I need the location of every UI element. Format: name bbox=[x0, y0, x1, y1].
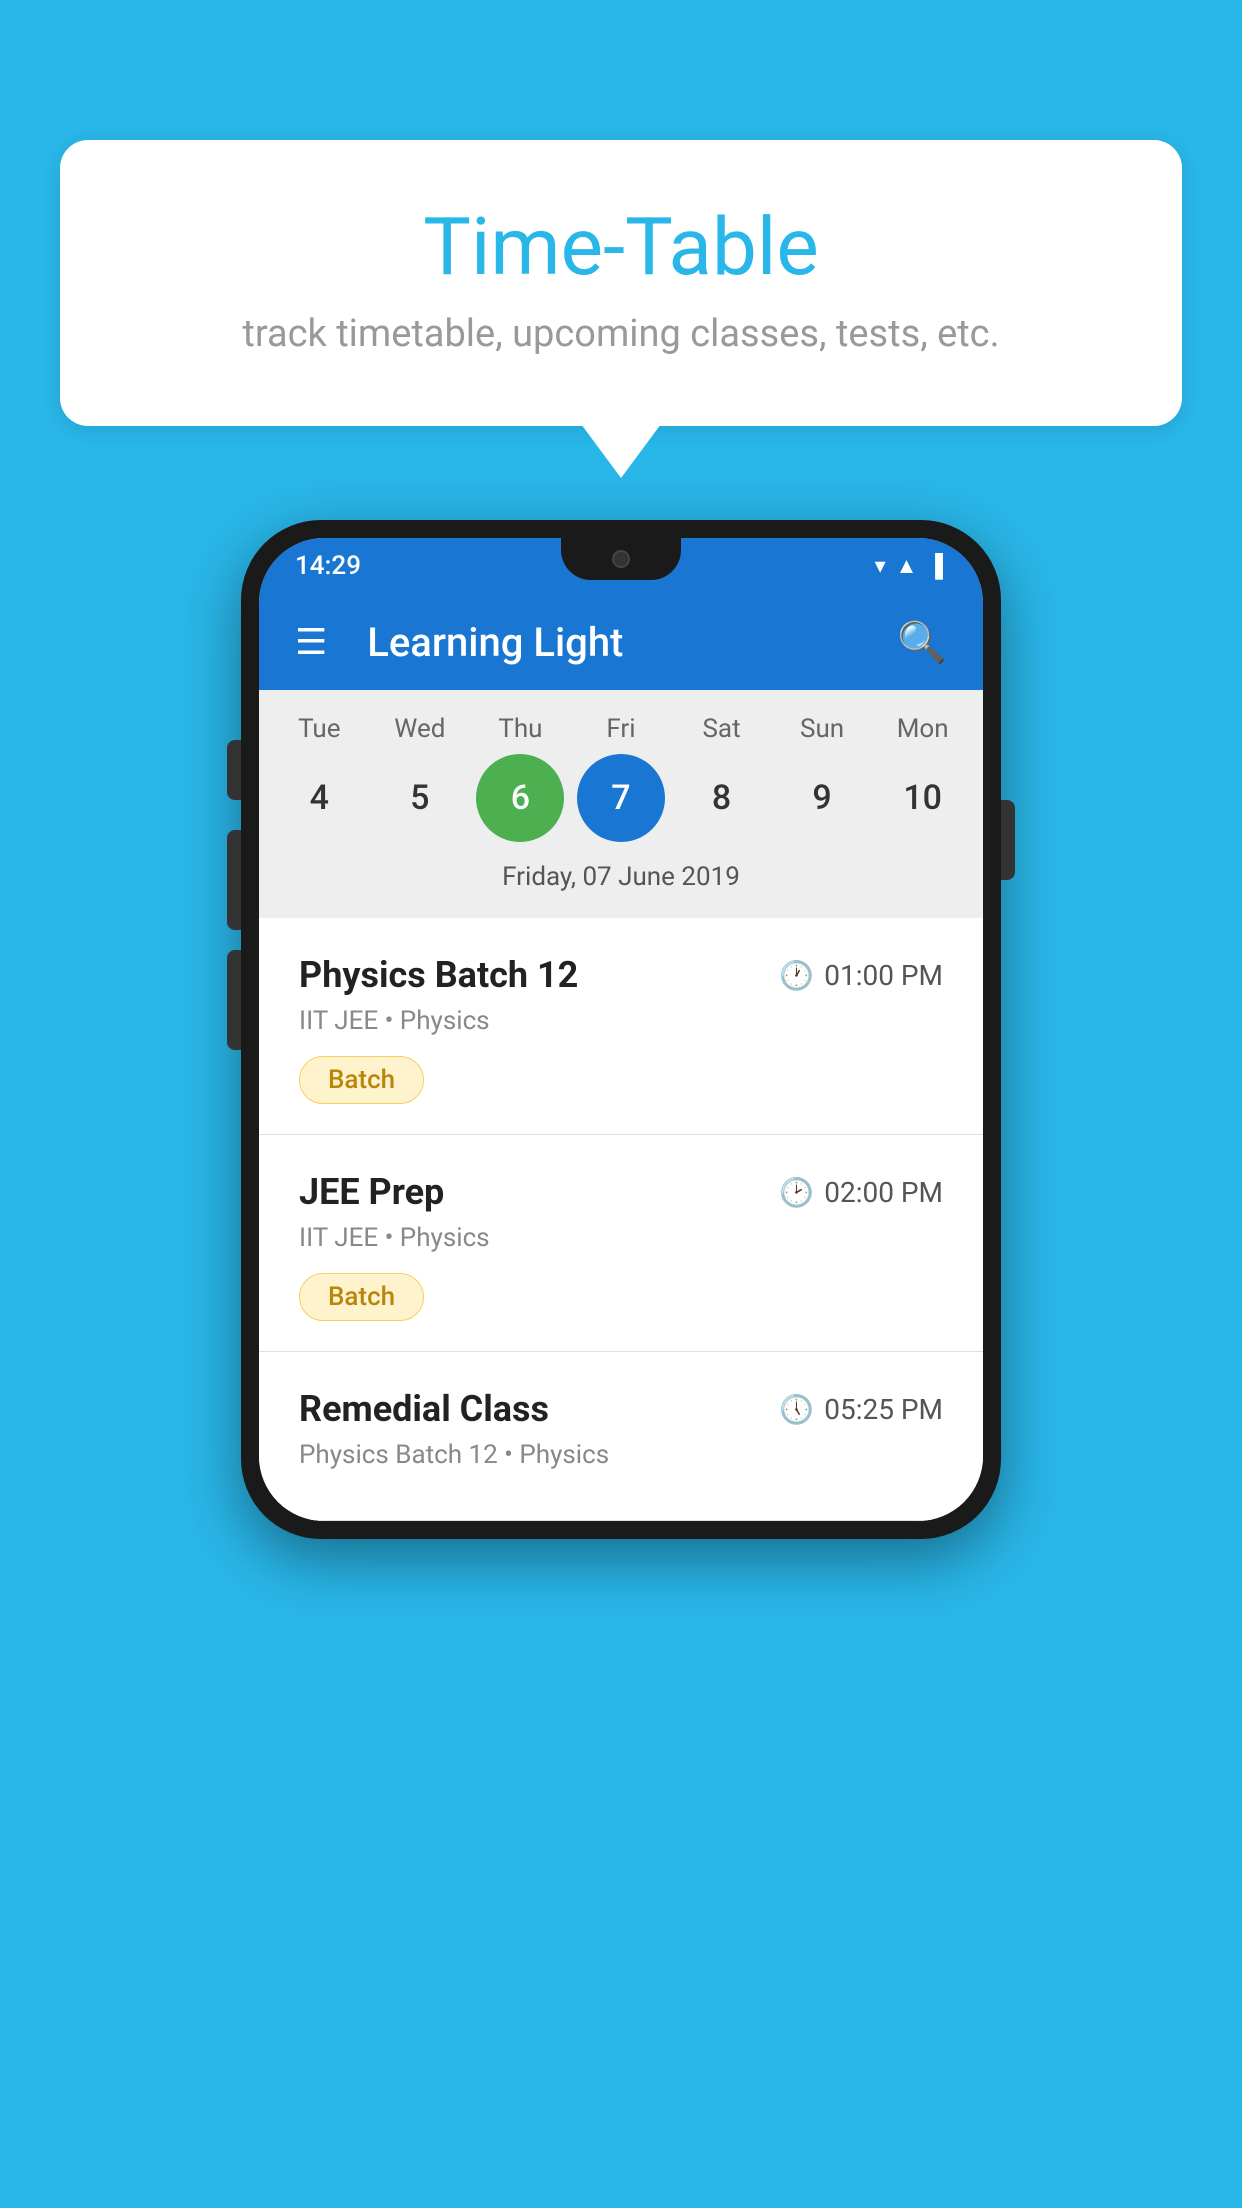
clock-icon-1: 🕐 bbox=[779, 959, 814, 992]
app-bar: ☰ Learning Light 🔍 bbox=[259, 594, 983, 690]
schedule-list: Physics Batch 12 🕐 01:00 PM IIT JEE • Ph… bbox=[259, 918, 983, 1521]
day-header-thu: Thu bbox=[476, 714, 564, 744]
day-header-wed: Wed bbox=[376, 714, 464, 744]
schedule-item-3-header: Remedial Class 🕔 05:25 PM bbox=[299, 1388, 943, 1430]
phone-screen: 14:29 ▾ ▲ ▐ ☰ Learning Light 🔍 Tue Wed T… bbox=[259, 538, 983, 1521]
mute-button bbox=[227, 740, 241, 800]
batch-tag-1: Batch bbox=[299, 1056, 424, 1104]
schedule-item-1-header: Physics Batch 12 🕐 01:00 PM bbox=[299, 954, 943, 996]
day-10[interactable]: 10 bbox=[879, 754, 967, 842]
speech-bubble: Time-Table track timetable, upcoming cla… bbox=[60, 140, 1182, 426]
schedule-item-3-time: 🕔 05:25 PM bbox=[779, 1393, 943, 1426]
day-headers: Tue Wed Thu Fri Sat Sun Mon bbox=[259, 714, 983, 754]
bubble-title: Time-Table bbox=[120, 200, 1122, 294]
schedule-item-2-subtitle: IIT JEE • Physics bbox=[299, 1223, 943, 1253]
volume-up-button bbox=[227, 830, 241, 930]
day-7-selected[interactable]: 7 bbox=[577, 754, 665, 842]
app-bar-title: Learning Light bbox=[367, 619, 867, 666]
schedule-item-3-subtitle: Physics Batch 12 • Physics bbox=[299, 1440, 943, 1470]
search-icon[interactable]: 🔍 bbox=[897, 619, 947, 666]
wifi-icon: ▾ bbox=[875, 554, 886, 579]
schedule-item-3[interactable]: Remedial Class 🕔 05:25 PM Physics Batch … bbox=[259, 1352, 983, 1521]
day-header-sat: Sat bbox=[678, 714, 766, 744]
batch-tag-2: Batch bbox=[299, 1273, 424, 1321]
day-numbers: 4 5 6 7 8 9 10 bbox=[259, 754, 983, 856]
phone-mockup: 14:29 ▾ ▲ ▐ ☰ Learning Light 🔍 Tue Wed T… bbox=[241, 520, 1001, 1539]
power-button bbox=[1001, 800, 1015, 880]
schedule-item-1[interactable]: Physics Batch 12 🕐 01:00 PM IIT JEE • Ph… bbox=[259, 918, 983, 1135]
day-header-sun: Sun bbox=[778, 714, 866, 744]
hamburger-icon[interactable]: ☰ bbox=[295, 621, 327, 663]
day-9[interactable]: 9 bbox=[778, 754, 866, 842]
phone-outer: 14:29 ▾ ▲ ▐ ☰ Learning Light 🔍 Tue Wed T… bbox=[241, 520, 1001, 1539]
schedule-item-1-time: 🕐 01:00 PM bbox=[779, 959, 943, 992]
clock-icon-2: 🕑 bbox=[779, 1176, 814, 1209]
bubble-subtitle: track timetable, upcoming classes, tests… bbox=[120, 312, 1122, 356]
day-6-today[interactable]: 6 bbox=[476, 754, 564, 842]
day-8[interactable]: 8 bbox=[678, 754, 766, 842]
signal-icon: ▲ bbox=[896, 553, 918, 579]
schedule-item-2-time: 🕑 02:00 PM bbox=[779, 1176, 943, 1209]
volume-down-button bbox=[227, 950, 241, 1050]
day-4[interactable]: 4 bbox=[275, 754, 363, 842]
front-camera bbox=[612, 550, 630, 568]
calendar-section: Tue Wed Thu Fri Sat Sun Mon 4 5 6 7 8 9 … bbox=[259, 690, 983, 918]
speech-bubble-container: Time-Table track timetable, upcoming cla… bbox=[60, 140, 1182, 426]
phone-notch bbox=[561, 538, 681, 580]
clock-icon-3: 🕔 bbox=[779, 1393, 814, 1426]
status-icons: ▾ ▲ ▐ bbox=[875, 553, 943, 579]
schedule-item-2-title: JEE Prep bbox=[299, 1171, 444, 1213]
schedule-item-1-title: Physics Batch 12 bbox=[299, 954, 578, 996]
day-5[interactable]: 5 bbox=[376, 754, 464, 842]
status-time: 14:29 bbox=[295, 551, 361, 581]
day-header-tue: Tue bbox=[275, 714, 363, 744]
day-header-mon: Mon bbox=[879, 714, 967, 744]
battery-icon: ▐ bbox=[927, 553, 943, 579]
schedule-item-2[interactable]: JEE Prep 🕑 02:00 PM IIT JEE • Physics Ba… bbox=[259, 1135, 983, 1352]
calendar-date-label: Friday, 07 June 2019 bbox=[259, 856, 983, 908]
schedule-item-3-title: Remedial Class bbox=[299, 1388, 549, 1430]
day-header-fri: Fri bbox=[577, 714, 665, 744]
schedule-item-1-subtitle: IIT JEE • Physics bbox=[299, 1006, 943, 1036]
schedule-item-2-header: JEE Prep 🕑 02:00 PM bbox=[299, 1171, 943, 1213]
